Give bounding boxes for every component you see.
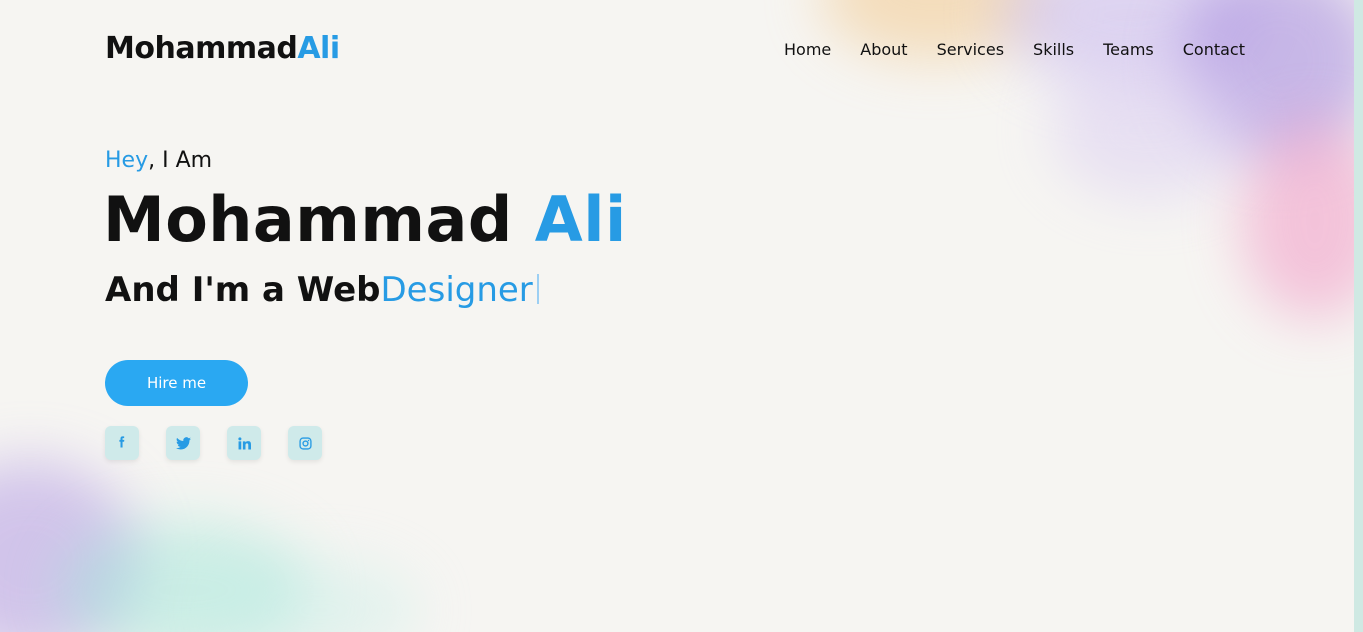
nav-about[interactable]: About xyxy=(860,40,907,59)
logo[interactable]: MohammadAli xyxy=(105,31,340,66)
twitter-link[interactable] xyxy=(166,426,200,460)
typing-cursor xyxy=(536,274,539,304)
instagram-link[interactable] xyxy=(288,426,322,460)
role-typed: Designer xyxy=(380,270,533,310)
role-static: And I'm a Web xyxy=(105,270,381,310)
greeting-rest: , I Am xyxy=(148,148,213,173)
facebook-link[interactable] xyxy=(105,426,139,460)
nav-services[interactable]: Services xyxy=(937,40,1004,59)
main-nav: Home About Services Skills Teams Contact xyxy=(784,40,1245,59)
nav-home[interactable]: Home xyxy=(784,40,831,59)
greeting: Hey, I Am xyxy=(105,148,212,173)
hero-name-accent: Ali xyxy=(534,183,627,256)
instagram-icon xyxy=(298,436,312,450)
greeting-accent: Hey xyxy=(105,148,149,173)
twitter-icon xyxy=(175,436,191,450)
linkedin-icon xyxy=(237,436,251,450)
facebook-icon xyxy=(115,436,129,450)
hero-role: And I'm a WebDesigner xyxy=(105,270,539,310)
nav-skills[interactable]: Skills xyxy=(1033,40,1074,59)
linkedin-link[interactable] xyxy=(227,426,261,460)
hire-me-button[interactable]: Hire me xyxy=(105,360,248,406)
social-links xyxy=(105,426,322,460)
nav-contact[interactable]: Contact xyxy=(1183,40,1245,59)
hero-name-primary: Mohammad xyxy=(103,183,513,256)
hero-name: Mohammad Ali xyxy=(103,183,627,256)
logo-accent: Ali xyxy=(297,31,340,66)
logo-primary: Mohammad xyxy=(105,31,298,66)
nav-teams[interactable]: Teams xyxy=(1103,40,1154,59)
